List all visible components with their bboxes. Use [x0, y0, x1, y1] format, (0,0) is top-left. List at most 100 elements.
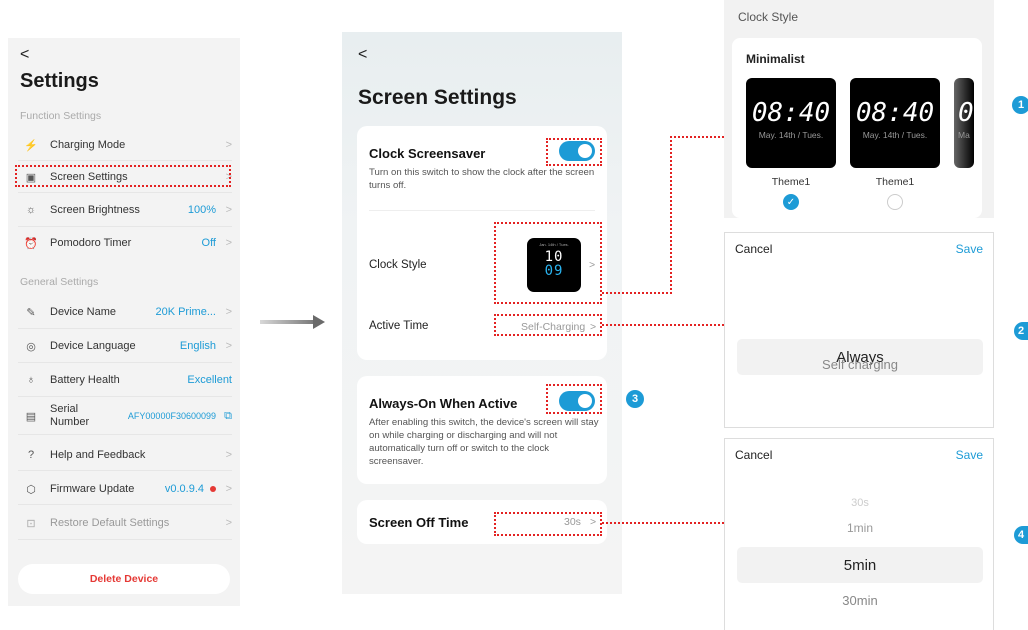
picker-option[interactable]: 30min — [725, 593, 995, 608]
screen-brightness-item[interactable]: ☼ Screen Brightness 100% > — [18, 195, 232, 225]
brightness-value: 100% — [187, 204, 216, 216]
cube-icon: ⬡ — [26, 483, 36, 496]
active-time-picker: Cancel Save Always Self charging — [724, 232, 994, 428]
item-label: Serial Number — [50, 403, 90, 428]
chevron-right-icon: > — [225, 306, 232, 318]
chevron-right-icon: > — [225, 517, 232, 529]
connector-line — [670, 136, 672, 294]
item-label: Screen Brightness — [50, 204, 140, 216]
theme-time: 08:40 — [751, 98, 831, 128]
clock-screensaver-desc: Turn on this switch to show the clock af… — [369, 167, 595, 191]
theme-card[interactable]: 08:40 May. 14th / Tues. — [850, 78, 940, 168]
chevron-right-icon: > — [225, 449, 232, 461]
device-name-item[interactable]: ✎ Device Name 20K Prime... > — [18, 297, 232, 327]
always-on-desc: After enabling this switch, the device's… — [369, 417, 599, 467]
panel-title: Clock Style — [738, 10, 799, 24]
picker-selected-option[interactable]: 5min — [737, 547, 983, 583]
theme-date: Ma — [958, 130, 970, 140]
chevron-right-icon: > — [225, 204, 232, 216]
save-button[interactable]: Save — [956, 448, 983, 462]
copy-icon[interactable]: ⧉ — [222, 410, 232, 423]
screen-settings-highlight — [15, 165, 231, 187]
divider — [18, 504, 232, 505]
check-icon[interactable]: ✓ — [783, 194, 799, 210]
theme-date: May. 14th / Tues. — [758, 130, 824, 140]
divider — [18, 470, 232, 471]
divider — [369, 210, 595, 211]
arrow-right-icon — [313, 315, 325, 329]
item-label: Firmware Update — [50, 483, 135, 495]
brightness-icon: ☼ — [25, 204, 37, 216]
item-label: Device Name — [50, 306, 117, 318]
step-3-badge: 3 — [626, 390, 644, 408]
save-button[interactable]: Save — [956, 242, 983, 256]
pencil-icon: ✎ — [26, 306, 36, 319]
active-time-highlight — [494, 314, 602, 336]
serial-number-item: ▤ Serial Number AFY00000F30600099 ⧉ — [18, 399, 232, 433]
restore-defaults-item[interactable]: ⊡ Restore Default Settings > — [18, 508, 232, 538]
firmware-version-value: v0.0.9.4 — [164, 483, 204, 495]
serial-value: AFY00000F30600099 — [127, 411, 216, 421]
settings-panel: < Settings Function Settings ⚡ Charging … — [8, 38, 240, 606]
divider — [18, 328, 232, 329]
clock-screensaver-title: Clock Screensaver — [369, 146, 486, 161]
theme-time: 0 — [958, 98, 974, 128]
function-settings-heading: Function Settings — [20, 110, 102, 122]
divider — [18, 396, 232, 397]
radio-unselected[interactable] — [887, 194, 903, 210]
divider — [18, 434, 232, 435]
barcode-icon: ▤ — [25, 410, 37, 423]
step-4-badge: 4 — [1014, 526, 1028, 544]
clock-style-highlight — [494, 222, 602, 304]
item-label: Battery Health — [50, 374, 120, 386]
battery-icon: ♁ — [26, 374, 36, 386]
lightning-icon: ⚡ — [24, 139, 38, 152]
divider — [18, 539, 232, 540]
picker-option[interactable]: Self charging — [725, 357, 995, 372]
connector-line — [602, 292, 672, 294]
divider — [18, 160, 232, 161]
clock-style-label: Clock Style — [369, 259, 427, 271]
chevron-right-icon: > — [225, 237, 232, 249]
arrow-shaft — [260, 320, 315, 324]
item-label: Charging Mode — [50, 139, 126, 151]
theme-label: Theme1 — [771, 176, 811, 188]
picker-option[interactable]: 30s — [725, 497, 995, 509]
screen-off-highlight — [494, 512, 602, 536]
divider — [18, 192, 232, 193]
minimalist-group: Minimalist 08:40 May. 14th / Tues. Theme… — [732, 38, 982, 218]
language-value: English — [179, 340, 216, 352]
step-1-badge: 1 — [1012, 96, 1028, 114]
item-label: Restore Default Settings — [50, 517, 170, 529]
device-language-item[interactable]: ◎ Device Language English > — [18, 331, 232, 361]
screen-settings-panel: < Screen Settings Clock Screensaver Turn… — [342, 32, 622, 594]
firmware-update-item[interactable]: ⬡ Firmware Update v0.0.9.4 > — [18, 474, 232, 504]
theme-card[interactable]: 08:40 May. 14th / Tues. — [746, 78, 836, 168]
step-2-badge: 2 — [1014, 322, 1028, 340]
item-label: Pomodoro Timer — [50, 237, 132, 249]
pomodoro-timer-item[interactable]: ⏰ Pomodoro Timer Off > — [18, 228, 232, 258]
device-name-value: 20K Prime... — [155, 306, 216, 318]
screen-off-picker: Cancel Save 30s 1min 5min 30min — [724, 438, 994, 630]
picker-option[interactable]: 1min — [725, 521, 995, 535]
active-time-label: Active Time — [369, 320, 429, 332]
cancel-button[interactable]: Cancel — [735, 242, 772, 256]
divider — [18, 226, 232, 227]
item-label: Help and Feedback — [50, 449, 146, 461]
theme-label: Theme1 — [875, 176, 915, 188]
theme-card[interactable]: 0 Ma — [954, 78, 974, 168]
cancel-button[interactable]: Cancel — [735, 448, 772, 462]
back-button[interactable]: < — [20, 46, 29, 64]
back-button[interactable]: < — [358, 46, 367, 64]
theme-time: 08:40 — [855, 98, 935, 128]
always-on-highlight — [546, 384, 602, 414]
battery-health-value: Excellent — [187, 374, 232, 386]
language-icon: ◎ — [26, 340, 36, 353]
help-feedback-item[interactable]: ? Help and Feedback > — [18, 440, 232, 470]
charging-mode-item[interactable]: ⚡ Charging Mode > — [18, 130, 232, 160]
restore-icon: ⊡ — [26, 517, 36, 530]
battery-health-item[interactable]: ♁ Battery Health Excellent — [18, 365, 232, 395]
divider — [18, 362, 232, 363]
delete-device-button[interactable]: Delete Device — [18, 564, 230, 594]
group-title: Minimalist — [746, 52, 805, 66]
